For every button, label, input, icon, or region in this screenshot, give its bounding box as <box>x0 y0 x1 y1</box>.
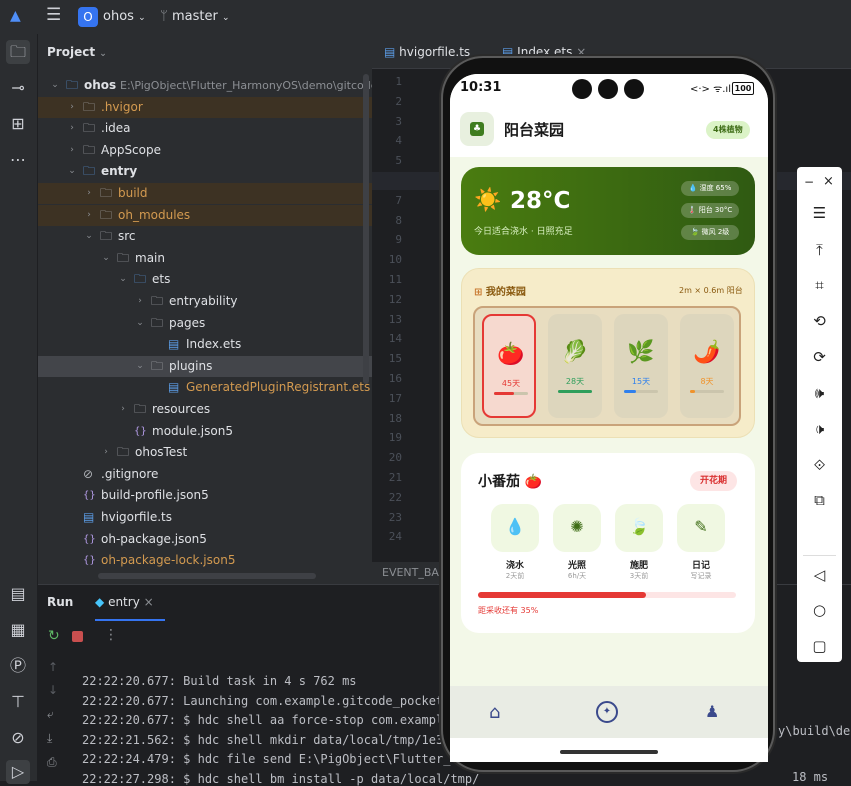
minimize-icon[interactable]: − <box>804 175 814 189</box>
close-icon[interactable]: × <box>823 174 834 189</box>
plant-action-sub: 3天前 <box>629 572 649 580</box>
plant-action-sub: 写记录 <box>690 572 712 580</box>
nav-profile-icon[interactable]: ♟ <box>705 702 719 721</box>
recents-icon[interactable]: ▢ <box>797 637 842 655</box>
nav-explore-icon[interactable]: ✦ <box>596 701 618 723</box>
plant-action-label: 浇水 <box>505 561 524 571</box>
rotate-left-icon[interactable]: ⟲ <box>797 312 842 330</box>
plant-action-label: 日记 <box>691 561 710 571</box>
screenshot-icon[interactable]: ⧉ <box>797 491 842 509</box>
actions-layer: 💧 浇水 2天前 ✺ 光照 6h/天 🍃 施肥 3天前 ✎ 日记 写记录 <box>0 0 851 781</box>
rotate-device-icon[interactable]: ⟐ <box>797 456 842 474</box>
plant-action-button[interactable]: ✎ <box>677 504 725 552</box>
leaf-icon: 🍃 <box>629 517 649 536</box>
crop-icon[interactable]: ⌗ <box>797 276 842 294</box>
plant-action-label: 施肥 <box>629 561 648 571</box>
back-icon[interactable]: ◁ <box>797 566 842 584</box>
note-icon: ✎ <box>694 517 708 536</box>
plant-action-label: 光照 <box>567 561 586 571</box>
plant-action-button[interactable]: 💧 <box>491 504 539 552</box>
rotate-right-icon[interactable]: ⟳ <box>797 348 842 366</box>
plant-action-button[interactable]: 🍃 <box>615 504 663 552</box>
menu-icon[interactable]: ☰ <box>797 204 842 222</box>
volume-up-icon[interactable]: 🕪 <box>797 384 842 402</box>
harvest-progress-text: 距采收还有 35% <box>478 606 539 615</box>
plant-action-sub: 6h/天 <box>567 572 587 580</box>
upload-icon[interactable]: ⤒ <box>797 241 842 259</box>
emulator-toolbar: − × ☰ ⤒ ⌗ ⟲ ⟳ 🕪 🕩 ⟐ ⧉ ◁ ○ ▢ <box>797 167 842 662</box>
water-drop-icon: 💧 <box>505 517 525 536</box>
sun-icon: ✺ <box>570 517 584 536</box>
plant-action-sub: 2天前 <box>505 572 525 580</box>
nav-home-icon[interactable]: ⌂ <box>489 702 500 723</box>
harvest-progress-track <box>478 592 736 598</box>
toolbar-divider <box>803 555 836 556</box>
volume-down-icon[interactable]: 🕩 <box>797 420 842 438</box>
plant-action-button[interactable]: ✺ <box>553 504 601 552</box>
home-indicator[interactable] <box>560 750 658 754</box>
home-icon[interactable]: ○ <box>797 601 842 619</box>
harvest-progress-fill <box>478 592 646 598</box>
